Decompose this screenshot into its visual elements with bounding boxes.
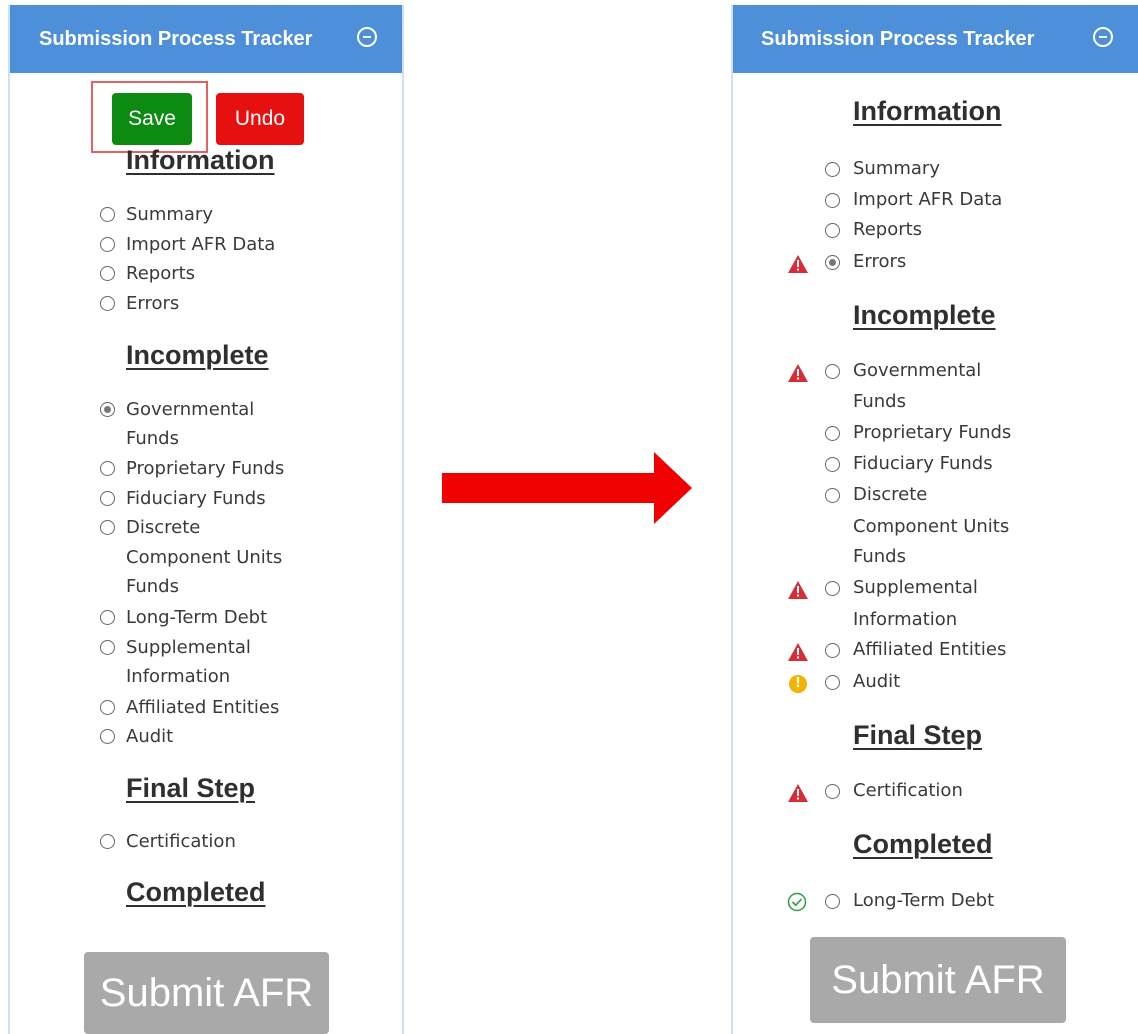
item-label-certification[interactable]: Certification	[853, 776, 963, 806]
undo-button[interactable]: Undo	[216, 93, 304, 145]
item-label-reports[interactable]: Reports	[126, 259, 195, 289]
right-arrow-icon	[442, 452, 692, 524]
tracker-header: Submission Process Tracker	[733, 5, 1138, 73]
tracker-title: Submission Process Tracker	[761, 28, 1035, 50]
warning-icon	[788, 784, 808, 802]
item-label-governmental-funds-line2[interactable]: Funds	[126, 424, 179, 454]
item-label-audit[interactable]: Audit	[126, 722, 173, 752]
item-label-discrete[interactable]: Discrete	[126, 513, 200, 543]
item-label-component-units[interactable]: Component Units	[853, 512, 1009, 542]
check-circle-icon	[787, 892, 807, 912]
item-label-funds[interactable]: Funds	[853, 542, 906, 572]
item-label-proprietary-funds[interactable]: Proprietary Funds	[853, 418, 1011, 448]
section-heading-final-step: Final Step	[126, 773, 256, 803]
collapse-icon[interactable]	[357, 27, 377, 47]
radio-errors[interactable]	[100, 296, 115, 311]
radio-long-term-debt[interactable]	[100, 610, 115, 625]
item-label-summary[interactable]: Summary	[853, 154, 940, 184]
submit-afr-button[interactable]: Submit AFR	[84, 952, 329, 1034]
radio-certification[interactable]	[825, 784, 840, 799]
warning-icon	[788, 643, 808, 661]
radio-affiliated-entities[interactable]	[100, 700, 115, 715]
radio-import-afr-data[interactable]	[825, 193, 840, 208]
collapse-icon[interactable]	[1093, 27, 1113, 47]
section-heading-completed: Completed	[126, 877, 266, 907]
radio-audit[interactable]	[825, 675, 840, 690]
radio-long-term-debt[interactable]	[825, 894, 840, 909]
save-button[interactable]: Save	[112, 93, 192, 145]
item-label-governmental[interactable]: Governmental	[853, 356, 981, 386]
item-label-affiliated-entities[interactable]: Affiliated Entities	[126, 693, 279, 723]
radio-affiliated-entities[interactable]	[825, 643, 840, 658]
item-label-governmental-funds-line2[interactable]: Funds	[853, 387, 906, 417]
item-label-fiduciary-funds[interactable]: Fiduciary Funds	[853, 449, 993, 479]
radio-reports[interactable]	[825, 223, 840, 238]
radio-errors[interactable]	[825, 255, 840, 270]
radio-governmental-funds[interactable]	[100, 402, 115, 417]
item-label-governmental-funds[interactable]: Governmental	[126, 395, 254, 425]
radio-discrete-component-units-funds[interactable]	[825, 488, 840, 503]
item-label-import-afr-data[interactable]: Import AFR Data	[126, 230, 275, 260]
tracker-title: Submission Process Tracker	[39, 28, 313, 50]
item-label-audit[interactable]: Audit	[853, 667, 900, 697]
item-label-summary[interactable]: Summary	[126, 200, 213, 230]
item-label-fiduciary-funds[interactable]: Fiduciary Funds	[126, 484, 266, 514]
radio-summary[interactable]	[100, 207, 115, 222]
item-label-supplemental[interactable]: Supplemental	[126, 633, 251, 663]
radio-reports[interactable]	[100, 266, 115, 281]
radio-discrete-component-units-funds[interactable]	[100, 520, 115, 535]
radio-fiduciary-funds[interactable]	[100, 491, 115, 506]
warning-icon	[788, 581, 808, 599]
radio-import-afr-data[interactable]	[100, 237, 115, 252]
section-heading-information: Information	[126, 145, 275, 175]
section-heading-incomplete: Incomplete	[126, 340, 269, 370]
radio-proprietary-funds[interactable]	[825, 426, 840, 441]
warning-icon	[788, 255, 808, 273]
radio-summary[interactable]	[825, 162, 840, 177]
section-heading-completed: Completed	[853, 829, 993, 859]
item-label-discrete[interactable]: Discrete	[853, 480, 927, 510]
radio-fiduciary-funds[interactable]	[825, 457, 840, 472]
item-label-funds[interactable]: Funds	[126, 572, 179, 602]
section-heading-information: Information	[853, 96, 1002, 126]
radio-audit[interactable]	[100, 729, 115, 744]
item-label-errors[interactable]: Errors	[853, 247, 906, 277]
radio-certification[interactable]	[100, 834, 115, 849]
radio-governmental-funds[interactable]	[825, 364, 840, 379]
item-label-long-term-debt[interactable]: Long-Term Debt	[126, 603, 267, 633]
item-label-long-term-debt[interactable]: Long-Term Debt	[853, 886, 994, 916]
item-label-certification[interactable]: Certification	[126, 827, 236, 857]
section-heading-incomplete: Incomplete	[853, 300, 996, 330]
section-heading-final-step: Final Step	[853, 720, 983, 750]
radio-supplemental-information[interactable]	[825, 581, 840, 596]
item-label-information[interactable]: Information	[126, 662, 230, 692]
right-tracker-panel: Submission Process Tracker Information S…	[731, 5, 1138, 1034]
item-label-affiliated-entities[interactable]: Affiliated Entities	[853, 635, 1006, 665]
item-label-information[interactable]: Information	[853, 605, 957, 635]
item-label-errors[interactable]: Errors	[126, 289, 179, 319]
left-tracker-panel: Submission Process Tracker Save Undo Inf…	[8, 5, 404, 1034]
tracker-header: Submission Process Tracker	[10, 5, 402, 73]
radio-supplemental-information[interactable]	[100, 640, 115, 655]
item-label-component-units[interactable]: Component Units	[126, 543, 282, 573]
item-label-proprietary-funds[interactable]: Proprietary Funds	[126, 454, 284, 484]
item-label-import-afr-data[interactable]: Import AFR Data	[853, 185, 1002, 215]
radio-proprietary-funds[interactable]	[100, 461, 115, 476]
submit-afr-button[interactable]: Submit AFR	[810, 937, 1066, 1023]
item-label-reports[interactable]: Reports	[853, 215, 922, 245]
warning-icon	[788, 364, 808, 382]
info-icon: !	[789, 675, 807, 693]
item-label-supplemental[interactable]: Supplemental	[853, 573, 978, 603]
